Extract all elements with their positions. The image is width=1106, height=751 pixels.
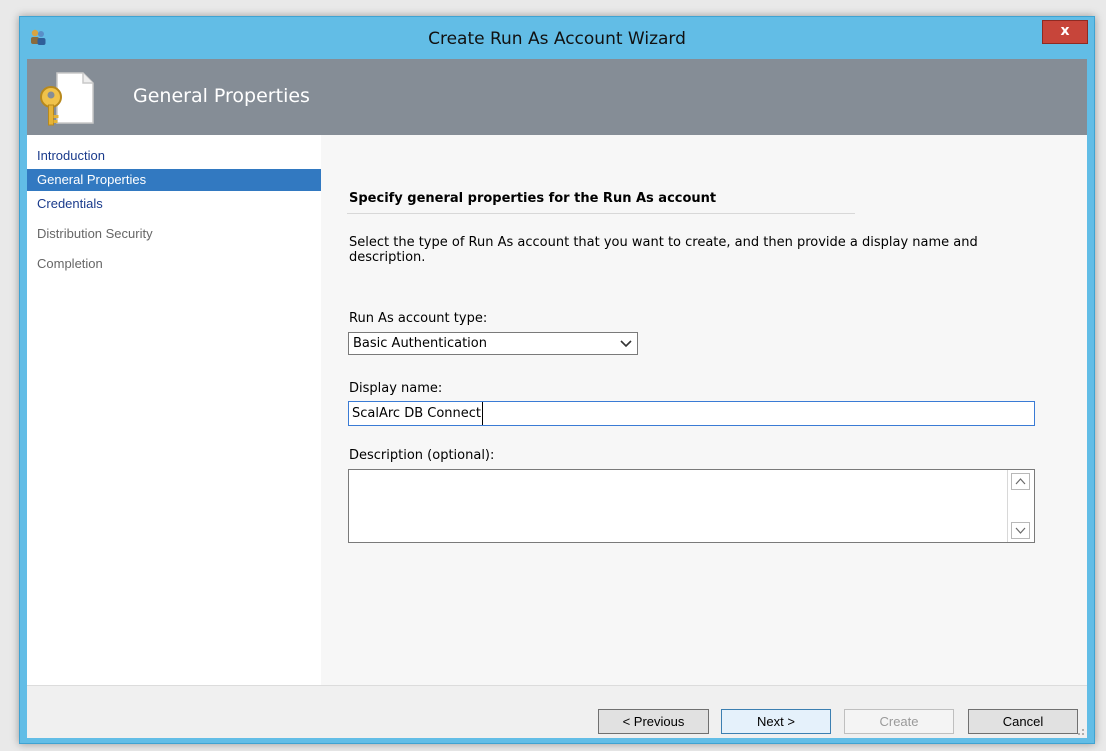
- display-name-field[interactable]: ScalArc DB Connect: [348, 401, 1035, 426]
- header-title: General Properties: [133, 85, 310, 107]
- next-button[interactable]: Next >: [721, 709, 831, 734]
- description-scrollbar[interactable]: [1007, 470, 1034, 542]
- nav-step-introduction[interactable]: Introduction: [27, 145, 321, 167]
- resize-grip-icon[interactable]: [1075, 726, 1085, 736]
- display-name-value: ScalArc DB Connect: [352, 402, 484, 425]
- description-label: Description (optional):: [349, 448, 495, 463]
- nav-step-completion: Completion: [37, 256, 103, 271]
- key-document-icon: [40, 72, 94, 126]
- scroll-down-button[interactable]: [1011, 522, 1030, 539]
- section-heading: Specify general properties for the Run A…: [349, 191, 717, 206]
- scroll-up-button[interactable]: [1011, 473, 1030, 490]
- heading-divider: [347, 213, 855, 214]
- nav-step-general-properties[interactable]: General Properties: [27, 169, 321, 191]
- chevron-down-icon: [1015, 527, 1026, 534]
- main-content: Specify general properties for the Run A…: [321, 135, 1087, 685]
- title-bar[interactable]: Create Run As Account Wizard x: [20, 17, 1094, 59]
- display-name-label: Display name:: [349, 381, 443, 396]
- nav-step-credentials[interactable]: Credentials: [27, 193, 321, 215]
- previous-button[interactable]: < Previous: [598, 709, 709, 734]
- window-title: Create Run As Account Wizard: [428, 29, 686, 49]
- wizard-footer: < Previous Next > Create Cancel: [27, 685, 1087, 738]
- cancel-button[interactable]: Cancel: [968, 709, 1078, 734]
- chevron-up-icon: [1015, 478, 1026, 485]
- account-type-label: Run As account type:: [349, 311, 488, 326]
- page-header: General Properties: [27, 59, 1087, 135]
- page-description: Select the type of Run As account that y…: [349, 235, 978, 265]
- close-button[interactable]: x: [1042, 20, 1088, 44]
- account-type-selected-value: Basic Authentication: [353, 336, 487, 351]
- chevron-down-icon: [620, 340, 632, 348]
- nav-step-distribution-security: Distribution Security: [37, 226, 153, 241]
- wizard-window: Create Run As Account Wizard x General P…: [19, 16, 1095, 744]
- description-textarea[interactable]: [348, 469, 1035, 543]
- create-button: Create: [844, 709, 954, 734]
- account-type-dropdown[interactable]: Basic Authentication: [348, 332, 638, 355]
- wizard-steps-nav: Introduction General Properties Credenti…: [27, 135, 321, 685]
